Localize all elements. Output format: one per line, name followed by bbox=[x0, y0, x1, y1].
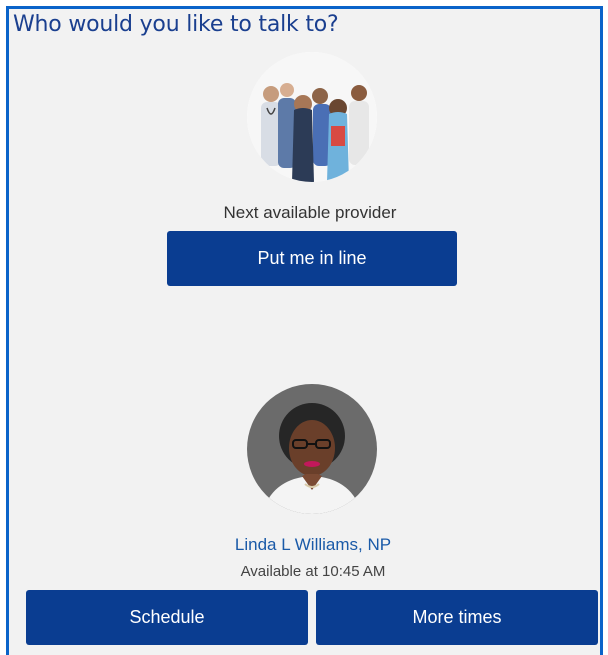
schedule-button[interactable]: Schedule bbox=[26, 590, 308, 645]
page-title: Who would you like to talk to? bbox=[13, 12, 339, 37]
provider-group-avatar bbox=[247, 52, 377, 182]
medical-team-image bbox=[247, 52, 377, 182]
next-available-label: Next available provider bbox=[223, 203, 397, 222]
provider-availability: Available at 10:45 AM bbox=[240, 563, 386, 580]
put-me-in-line-button[interactable]: Put me in line bbox=[167, 231, 457, 286]
provider-avatar bbox=[247, 384, 377, 514]
more-times-button[interactable]: More times bbox=[316, 590, 598, 645]
provider-portrait-image bbox=[247, 384, 377, 514]
provider-name-link[interactable]: Linda L Williams, NP bbox=[0, 535, 608, 555]
